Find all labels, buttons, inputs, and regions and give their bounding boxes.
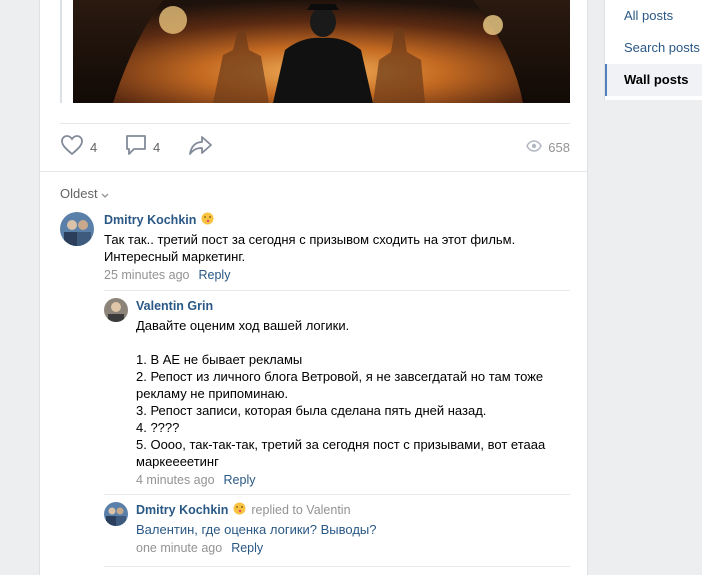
mention-link[interactable]: Валентин (136, 522, 194, 537)
like-button[interactable]: 4 (60, 133, 97, 161)
sidebar-item-search-posts[interactable]: Search posts (605, 32, 702, 64)
comment-meta: one minute ago Reply (136, 540, 570, 557)
avatar[interactable] (60, 212, 94, 246)
sidebar-item-all-posts[interactable]: All posts (605, 0, 702, 32)
comment-text: Валентин, где оценка логики? Выводы? (136, 521, 570, 538)
comment-author[interactable]: Valentin Grin (136, 298, 570, 314)
views-count: 658 (548, 139, 570, 155)
comment-icon (125, 134, 147, 161)
comment-text: Так так.. третий пост за сегодня с призы… (104, 232, 516, 264)
likes-count: 4 (90, 139, 98, 155)
comment-time[interactable]: one minute ago (136, 541, 222, 555)
comment-button[interactable]: 4 (125, 133, 160, 161)
author-name: Dmitry Kochkin (104, 213, 197, 227)
avatar[interactable] (104, 502, 128, 526)
eye-icon (526, 139, 543, 155)
wink-kiss-emoji-icon (201, 212, 214, 228)
heart-icon (60, 134, 84, 161)
wink-kiss-emoji-icon (233, 502, 246, 518)
sidebar-item-wall-posts[interactable]: Wall posts (605, 64, 702, 96)
chevron-down-icon (101, 187, 109, 202)
replied-to-label[interactable]: replied to Valentin (251, 503, 350, 517)
comment-time[interactable]: 4 minutes ago (136, 473, 215, 487)
comment-text-rest: , где оценка логики? Выводы? (194, 522, 377, 537)
comment-meta: 4 minutes ago Reply (136, 472, 570, 489)
author-name: Dmitry Kochkin (136, 503, 229, 517)
comment-author[interactable]: Dmitry Kochkin replied to Valentin (136, 502, 570, 518)
wall-sidebar: All posts Search posts Wall posts (604, 0, 702, 100)
comment-author[interactable]: Dmitry Kochkin (104, 212, 570, 228)
post-actions: 4 4 658 (60, 133, 570, 161)
author-name: Valentin Grin (136, 299, 214, 313)
divider (104, 566, 570, 567)
avatar[interactable] (104, 298, 128, 322)
reply-button[interactable]: Reply (224, 473, 256, 487)
divider (40, 171, 587, 172)
post-image[interactable] (73, 0, 570, 103)
divider (104, 290, 570, 291)
comments-sort-dropdown[interactable]: Oldest (60, 185, 109, 202)
comments-count: 4 (153, 139, 161, 155)
sort-label: Oldest (60, 186, 98, 201)
share-icon (188, 134, 214, 161)
post-image-artwork (73, 0, 570, 103)
views-counter: 658 (526, 133, 570, 161)
comment-meta: 25 minutes ago Reply (104, 267, 570, 284)
repost-quote-line (60, 0, 62, 103)
comment-time[interactable]: 25 minutes ago (104, 268, 189, 282)
comment-text: Давайте оценим ход вашей логики. 1. В АЕ… (136, 318, 546, 469)
reply-button[interactable]: Reply (231, 541, 263, 555)
post-card: 4 4 658 Oldest Dmitry Kochkin Так так.. … (39, 0, 588, 575)
divider (60, 123, 570, 124)
divider (104, 494, 570, 495)
share-button[interactable] (188, 133, 214, 161)
reply-button[interactable]: Reply (198, 268, 230, 282)
